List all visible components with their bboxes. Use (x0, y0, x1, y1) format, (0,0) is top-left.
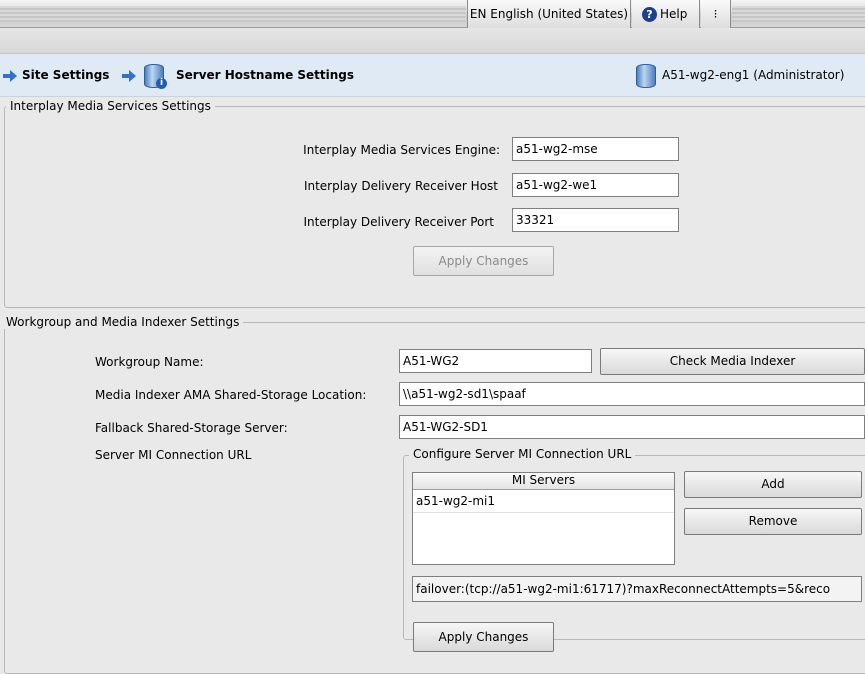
configure-mi-url-legend: Configure Server MI Connection URL (409, 447, 636, 461)
fallback-server-label: Fallback Shared-Storage Server: (95, 421, 288, 435)
arrow-right-icon (3, 70, 17, 82)
help-button[interactable]: ? Help (632, 0, 700, 28)
secondary-toolbar (0, 28, 865, 54)
ama-location-label: Media Indexer AMA Shared-Storage Locatio… (95, 388, 367, 402)
workgroup-settings-legend: Workgroup and Media Indexer Settings (2, 315, 244, 329)
mse-label: Interplay Media Services Engine: (303, 143, 500, 157)
interplay-settings-group (4, 106, 865, 308)
remove-mi-server-button[interactable]: Remove (684, 508, 862, 535)
interplay-settings-legend: Interplay Media Services Settings (6, 99, 215, 113)
toolbar-grip (0, 6, 466, 22)
breadcrumb-server-hostname-settings: Server Hostname Settings (176, 68, 355, 82)
language-selector[interactable]: EN English (United States) (467, 0, 631, 28)
help-label: Help (660, 7, 688, 21)
database-icon (636, 64, 656, 88)
more-menu-button[interactable]: ⁝ (701, 0, 731, 28)
toolbar-grip-right (732, 6, 865, 22)
delivery-port-label: Interplay Delivery Receiver Port (303, 215, 494, 229)
interplay-apply-button[interactable]: Apply Changes (413, 246, 554, 276)
connection-url-field[interactable]: failover:(tcp://a51-wg2-mi1:61717)?maxRe… (412, 576, 862, 602)
delivery-host-input[interactable]: a51-wg2-we1 (512, 173, 679, 197)
current-user: A51-wg2-eng1 (Administrator) (662, 68, 845, 82)
workgroup-apply-button[interactable]: Apply Changes (413, 622, 554, 652)
server-settings-icon: i (144, 64, 167, 89)
workgroup-name-label: Workgroup Name: (95, 355, 204, 369)
fallback-server-input[interactable]: A51-WG2-SD1 (399, 415, 865, 439)
breadcrumb-site-settings[interactable]: Site Settings (22, 68, 109, 82)
add-mi-server-button[interactable]: Add (684, 471, 862, 498)
arrow-right-icon (122, 70, 136, 82)
mi-servers-list[interactable]: MI Servers a51-wg2-mi1 (412, 472, 675, 565)
help-icon: ? (642, 7, 657, 22)
top-toolbar: EN English (United States) ? Help ⁝ (0, 0, 865, 28)
ama-location-input[interactable]: \\a51-wg2-sd1\spaaf (399, 382, 865, 406)
check-media-indexer-button[interactable]: Check Media Indexer (600, 348, 865, 375)
delivery-host-label: Interplay Delivery Receiver Host (303, 179, 498, 193)
delivery-port-input[interactable]: 33321 (512, 208, 679, 232)
mse-input[interactable]: a51-wg2-mse (512, 137, 679, 161)
list-item[interactable]: a51-wg2-mi1 (413, 490, 674, 513)
mi-servers-header[interactable]: MI Servers (413, 473, 674, 490)
workgroup-name-input[interactable]: A51-WG2 (399, 349, 592, 373)
breadcrumb: Site Settings i Server Hostname Settings… (0, 55, 865, 97)
server-mi-url-label: Server MI Connection URL (95, 448, 252, 462)
